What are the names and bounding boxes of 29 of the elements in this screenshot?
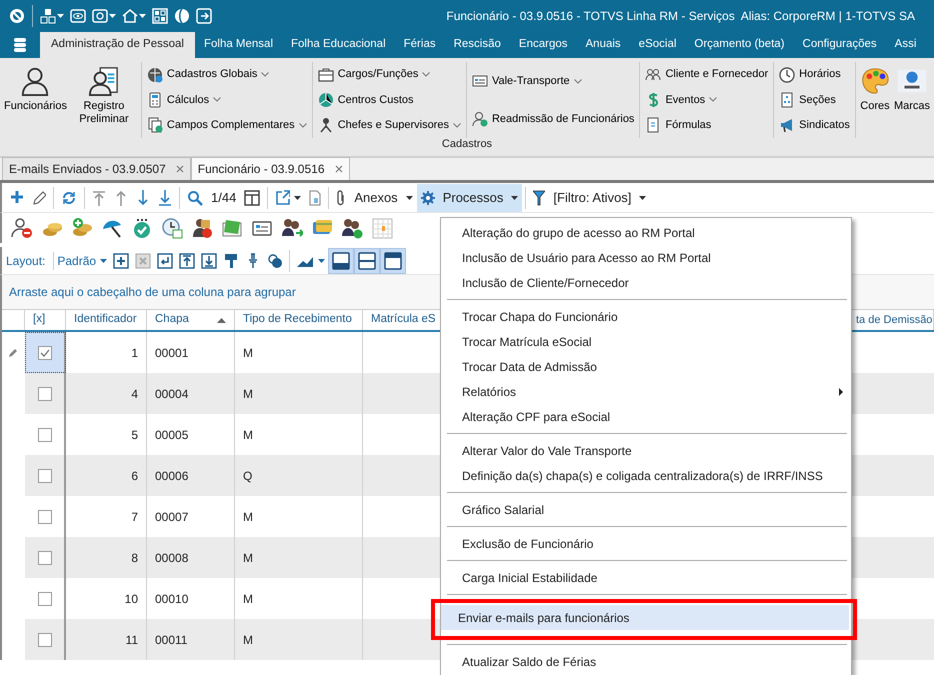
table-cell-text: 00001: [155, 344, 188, 362]
layout-label: Layout:: [6, 252, 54, 270]
table-cell-text: 00006: [155, 468, 188, 484]
table-cell-text: 6: [131, 468, 138, 484]
table-cell-text: M: [243, 550, 253, 566]
record-counter: 1/44: [210, 188, 238, 207]
table-cell-text: 1: [131, 344, 138, 362]
table-cell-text: 00004: [155, 386, 188, 402]
table-cell-text: 00007: [155, 508, 188, 526]
table-cell-text: 00005: [155, 426, 188, 444]
table-cell-text: 11: [126, 632, 138, 648]
table-cell-text: 5: [131, 426, 138, 444]
table-cell-text: Q: [243, 468, 252, 484]
table-cell-text: 00010: [155, 590, 188, 608]
ribbon-group-label: Cadastros: [442, 138, 492, 150]
window-title: Funcionário - 03.9.0516 - TOTVS Linha RM - Serviços Alias: CorporeRM | 1-TOTVS SA: [446, 8, 915, 25]
table-cell-text: M: [243, 632, 253, 648]
table-cell-text: 8: [131, 550, 138, 566]
group-panel-hint: Arraste aqui o cabeçalho de uma coluna para agrupar: [9, 284, 296, 301]
table-cell-text: M: [243, 508, 253, 526]
table-cell-text: 00008: [155, 550, 188, 566]
table-cell-text: 10: [124, 590, 138, 608]
table-cell-text: M: [243, 426, 253, 444]
table-cell-text: M: [243, 386, 253, 402]
table-cell-text: M: [243, 590, 253, 608]
table-cell-text: M: [243, 344, 253, 362]
table-cell-text: 4: [131, 386, 138, 402]
table-cell-text: 00011: [155, 632, 188, 648]
table-cell-text: 7: [131, 508, 138, 526]
